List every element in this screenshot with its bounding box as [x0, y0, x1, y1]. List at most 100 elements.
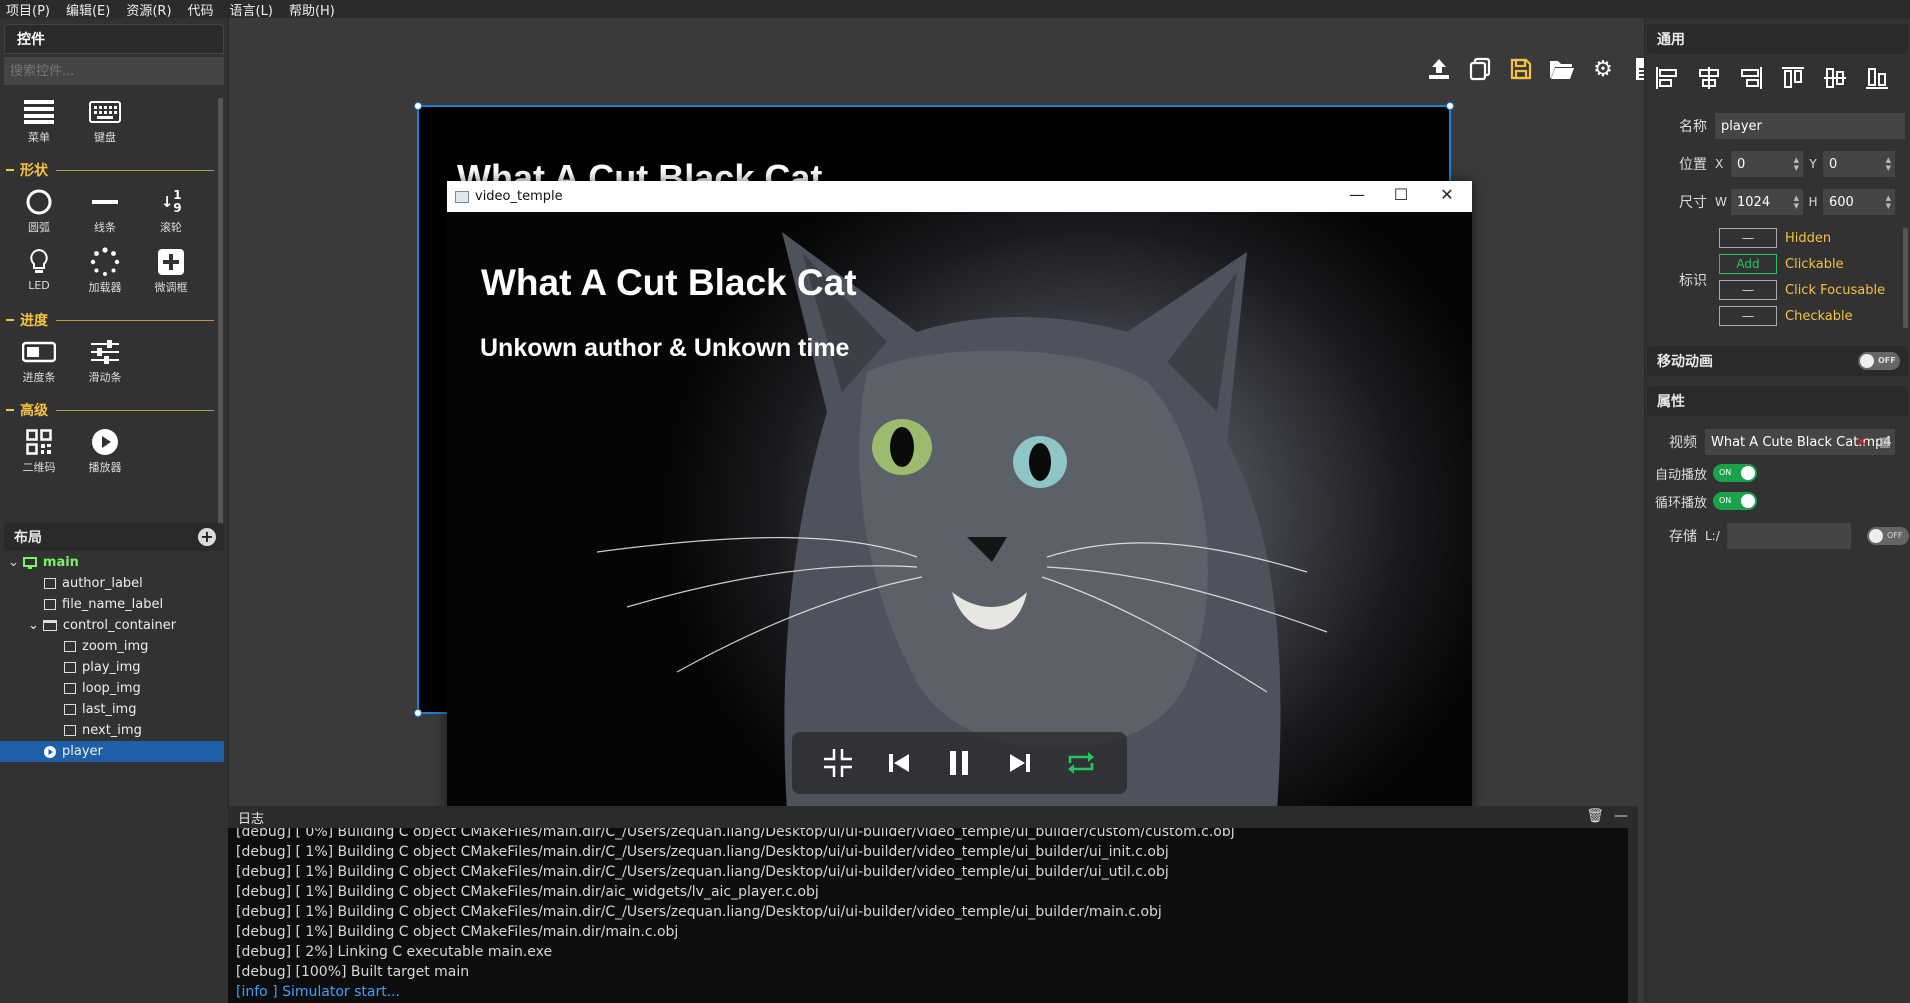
line-icon: [88, 185, 122, 219]
shapes-section-title: 形状: [6, 159, 214, 181]
clear-icon[interactable]: ✕: [1856, 435, 1867, 450]
flag-toggle[interactable]: Add: [1719, 254, 1777, 274]
zoom-icon[interactable]: [818, 743, 858, 783]
export-icon[interactable]: [1424, 54, 1454, 84]
align-center-h-icon[interactable]: [1695, 64, 1723, 92]
tree-node-author-label[interactable]: author_label: [0, 573, 224, 594]
menu-edit[interactable]: 编辑(E): [66, 0, 110, 19]
tree-node-file-name-label[interactable]: file_name_label: [0, 594, 224, 615]
flag-toggle[interactable]: —: [1719, 306, 1777, 326]
flag-toggle[interactable]: —: [1719, 280, 1777, 300]
control-arc[interactable]: 圆弧: [6, 185, 72, 245]
trash-icon[interactable]: 🗑: [1586, 808, 1604, 824]
close-icon[interactable]: ✕: [1432, 185, 1462, 204]
properties-scrollbar[interactable]: [1903, 228, 1908, 328]
tree-node-loop-img[interactable]: loop_img: [0, 678, 224, 699]
menu-help[interactable]: 帮助(H): [289, 0, 335, 19]
control-label: 滑动条: [88, 371, 122, 384]
log-header: 日志 🗑 —: [228, 806, 1638, 828]
menu-resource[interactable]: 资源(R): [126, 0, 171, 19]
storage-prefix: L:/: [1705, 529, 1720, 543]
minimize-icon[interactable]: —: [1614, 808, 1628, 824]
loop-icon[interactable]: [1061, 743, 1101, 783]
resize-handle[interactable]: [414, 102, 422, 110]
copy-icon[interactable]: [1465, 54, 1495, 84]
image-icon: [64, 662, 76, 673]
control-qrcode[interactable]: 二维码: [6, 425, 72, 485]
video-file-input[interactable]: What A Cute Black Cat.mp4 ✕ ▦: [1705, 429, 1895, 455]
tree-node-player[interactable]: player: [0, 741, 224, 762]
storage-row: 存储 L:/ OFF: [1645, 522, 1910, 550]
loop-toggle[interactable]: ON: [1713, 492, 1757, 510]
container-icon: [42, 620, 57, 631]
file-browse-icon[interactable]: ▦: [1879, 435, 1891, 450]
align-bottom-icon[interactable]: [1863, 64, 1891, 92]
minimize-icon[interactable]: —: [1342, 185, 1372, 204]
maximize-icon[interactable]: ☐: [1386, 185, 1416, 204]
tree-node-last-img[interactable]: last_img: [0, 699, 224, 720]
add-screen-icon[interactable]: +: [198, 528, 216, 546]
flag-clickable: Add Clickable: [1719, 254, 1844, 274]
align-center-v-icon[interactable]: [1821, 64, 1849, 92]
search-controls-input[interactable]: [4, 57, 224, 85]
control-keyboard[interactable]: 键盘: [72, 95, 138, 155]
control-menu[interactable]: 菜单: [6, 95, 72, 155]
pause-icon[interactable]: [939, 743, 979, 783]
layout-tree: ⌄ main author_label file_name_label ⌄ con…: [0, 552, 224, 762]
control-progress-bar[interactable]: 进度条: [6, 335, 72, 395]
chevron-down-icon[interactable]: ⌄: [8, 555, 19, 570]
spinner-icon: [88, 245, 122, 279]
move-animation-toggle[interactable]: OFF: [1858, 352, 1900, 370]
menu-code[interactable]: 代码: [188, 0, 214, 19]
align-left-icon[interactable]: [1653, 64, 1681, 92]
control-label: 线条: [94, 221, 116, 234]
controls-scrollbar[interactable]: [218, 98, 223, 528]
previous-icon[interactable]: [879, 743, 919, 783]
control-roller[interactable]: ↓ 1 9 滚轮: [138, 185, 204, 245]
width-input[interactable]: 1024 ▲ ▼: [1731, 189, 1803, 215]
storage-path-input[interactable]: [1727, 523, 1851, 549]
player-icon: [44, 745, 56, 758]
storage-toggle[interactable]: OFF: [1867, 527, 1909, 545]
tree-node-zoom-img[interactable]: zoom_img: [0, 636, 224, 657]
x-label: X: [1715, 157, 1724, 171]
control-player[interactable]: 播放器: [72, 425, 138, 485]
next-icon[interactable]: [1000, 743, 1040, 783]
video-frame[interactable]: What A Cut Black Cat Unkown author & Unk…: [447, 212, 1472, 811]
log-output[interactable]: [debug] [ 0%] Building C object CMakeFil…: [228, 824, 1638, 1003]
x-input[interactable]: 0 ▲ ▼: [1731, 151, 1803, 177]
open-folder-icon[interactable]: [1547, 54, 1577, 84]
resize-handle[interactable]: [1446, 102, 1454, 110]
general-header: 通用: [1647, 24, 1908, 54]
tree-node-next-img[interactable]: next_img: [0, 720, 224, 741]
menu-language[interactable]: 语言(L): [230, 0, 273, 19]
save-icon[interactable]: [1506, 54, 1536, 84]
tree-node-control-container[interactable]: ⌄ control_container: [0, 615, 224, 636]
autoplay-toggle[interactable]: ON: [1713, 464, 1757, 482]
y-input[interactable]: 0 ▲ ▼: [1823, 151, 1895, 177]
tree-node-main[interactable]: ⌄ main: [0, 552, 224, 573]
align-right-icon[interactable]: [1737, 64, 1765, 92]
control-slider[interactable]: 滑动条: [72, 335, 138, 395]
y-label: Y: [1809, 157, 1817, 171]
log-line: [info ] Simulator start...: [236, 984, 401, 1000]
menu-project[interactable]: 项目(P): [6, 0, 50, 19]
name-input[interactable]: [1715, 113, 1905, 139]
chevron-down-icon[interactable]: ⌄: [28, 618, 39, 633]
simulator-titlebar[interactable]: video_temple — ☐ ✕: [447, 181, 1472, 212]
control-line[interactable]: 线条: [72, 185, 138, 245]
tree-node-play-img[interactable]: play_img: [0, 657, 224, 678]
resize-handle[interactable]: [414, 709, 422, 717]
settings-icon[interactable]: ⚙: [1588, 54, 1618, 84]
attributes-header: 属性: [1647, 386, 1908, 416]
flag-toggle[interactable]: —: [1719, 228, 1777, 248]
w-label: W: [1715, 195, 1727, 209]
size-label: 尺寸: [1679, 195, 1707, 211]
height-input[interactable]: 600 ▲ ▼: [1823, 189, 1895, 215]
control-spinbox[interactable]: 微调框: [138, 245, 204, 305]
autoplay-row: 自动播放 ON: [1645, 462, 1910, 484]
control-spinner[interactable]: 加载器: [72, 245, 138, 305]
control-led[interactable]: LED: [6, 245, 72, 305]
align-top-icon[interactable]: [1779, 64, 1807, 92]
log-scrollbar[interactable]: [1628, 828, 1638, 1003]
